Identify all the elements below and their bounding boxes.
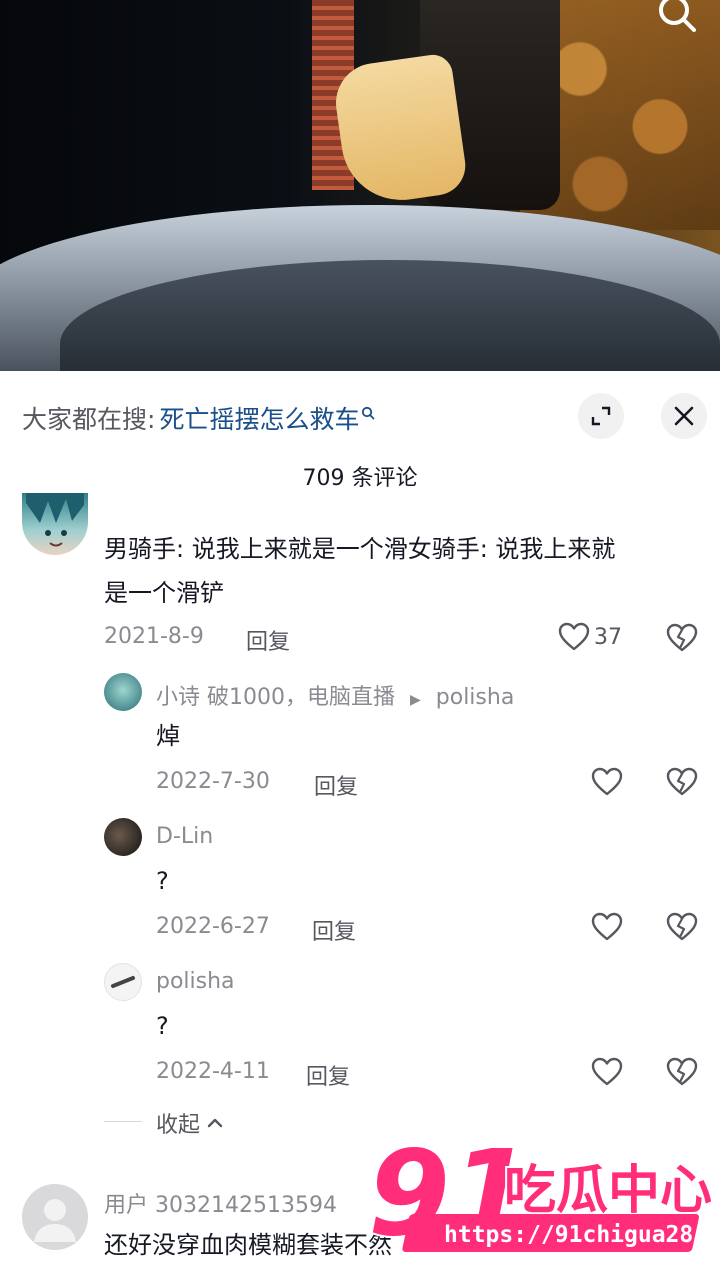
reply-avatar[interactable] <box>104 963 142 1001</box>
collapse-replies-button[interactable]: 收起 <box>156 1107 224 1139</box>
avatar-art-icon <box>26 493 84 547</box>
avatar[interactable] <box>22 1184 88 1250</box>
reply-date: 2022-4-11 <box>156 1059 270 1084</box>
reply-date: 2022-7-30 <box>156 769 270 794</box>
reply-text: ? <box>156 867 169 895</box>
search-icon[interactable] <box>654 0 698 40</box>
reply-to-user[interactable]: polisha <box>436 685 515 710</box>
reply-author[interactable]: polisha <box>156 969 235 994</box>
reply-avatar[interactable] <box>104 818 142 856</box>
reply-date: 2022-6-27 <box>156 914 270 939</box>
collapse-label: 收起 <box>156 1113 201 1138</box>
comment-date: 2021-8-9 <box>104 624 204 649</box>
comment-author[interactable]: 用户 3032142513594 <box>104 1187 337 1219</box>
watermark-logo: 91 吃瓜中心 https://91chigua28.com <box>366 1128 720 1264</box>
reply-text: 焯 <box>156 722 180 750</box>
avatar[interactable] <box>22 493 88 555</box>
heart-icon[interactable] <box>591 767 623 797</box>
reply-button[interactable]: 回复 <box>312 914 356 946</box>
comment-count: 709 条评论 <box>302 466 418 491</box>
dislike-icon[interactable] <box>666 622 698 654</box>
comment-text: 还好没穿血肉模糊套装不然 <box>104 1231 392 1259</box>
chevron-up-icon <box>207 1118 223 1128</box>
heart-icon <box>558 622 590 651</box>
collapse-divider <box>104 1121 142 1122</box>
comment-text-line2: 是一个滑铲 <box>104 579 224 607</box>
flashlight-icon <box>111 976 135 988</box>
dislike-icon[interactable] <box>666 1056 698 1088</box>
video-player[interactable] <box>0 0 720 371</box>
reply-button[interactable]: 回复 <box>314 769 358 801</box>
reply-button[interactable]: 回复 <box>246 624 290 656</box>
close-icon <box>674 406 694 426</box>
reply-text: ? <box>156 1012 169 1040</box>
close-button[interactable] <box>661 393 707 439</box>
reply-avatar[interactable] <box>104 673 142 711</box>
dislike-icon[interactable] <box>666 911 698 943</box>
reply-author[interactable]: D-Lin <box>156 824 213 849</box>
expand-icon <box>591 406 611 426</box>
like-count: 37 <box>594 624 622 650</box>
default-user-icon <box>34 1199 76 1242</box>
search-small-icon <box>362 406 375 420</box>
heart-icon[interactable] <box>591 912 623 942</box>
hot-search-bar[interactable]: 大家都在搜: 死亡摇摆怎么救车 <box>22 398 375 438</box>
reply-button[interactable]: 回复 <box>306 1059 350 1091</box>
expand-button[interactable] <box>578 393 624 439</box>
watermark-logo-text: 吃瓜中心 <box>504 1161 712 1221</box>
like-button[interactable]: 37 <box>558 622 622 652</box>
hot-search-label: 大家都在搜: <box>22 405 156 434</box>
comment-text: 男骑手: 说我上来就是一个滑女骑手: 说我上来就 <box>104 535 616 563</box>
watermark-url: https://91chigua28.com <box>444 1222 720 1248</box>
dislike-icon[interactable] <box>666 766 698 798</box>
heart-icon[interactable] <box>591 1057 623 1087</box>
reply-to-arrow-icon: ▶ <box>409 692 421 708</box>
hot-search-keyword[interactable]: 死亡摇摆怎么救车 <box>159 400 359 436</box>
reply-author[interactable]: 小诗 破1000，电脑直播 ▶ polisha <box>156 679 514 711</box>
